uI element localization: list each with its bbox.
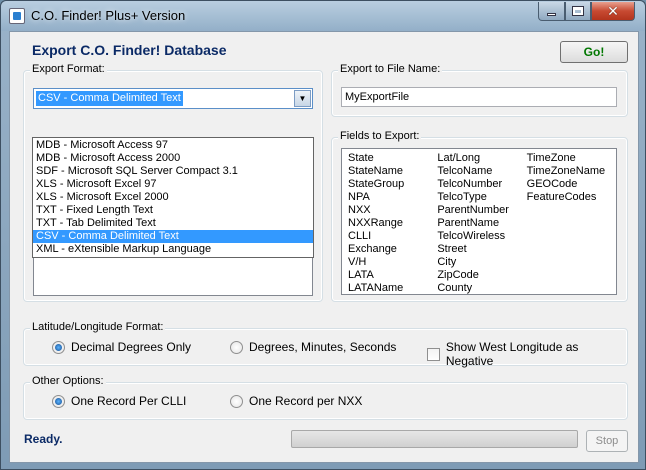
go-button[interactable]: Go! [560,41,628,63]
field-column: TimeZone TimeZoneName GEOCode FeatureCodes [527,152,616,295]
close-button[interactable]: ✕ [591,2,635,21]
maximize-icon [572,6,584,16]
field-column: Lat/Long TelcoName TelcoNumber TelcoType Par… [437,152,526,295]
field-item[interactable]: Lat/Long [437,152,526,165]
page-title: Export C.O. Finder! Database [32,42,227,58]
field-item[interactable]: StateGroup [348,178,437,191]
west-negative-checkbox[interactable]: Show West Longitude as Negative [427,340,627,368]
radio-dms-label: Degrees, Minutes, Seconds [249,340,397,354]
field-column: State StateName StateGroup NPA NXX NXXRange CL… [348,152,437,295]
dropdown-option[interactable]: CSV - Comma Delimited Text [33,230,313,243]
field-item[interactable]: NXX [348,204,437,217]
field-item[interactable]: GEOCode [527,178,616,191]
window-title: C.O. Finder! Plus+ Version [31,8,186,23]
fields-group: Fields to Export: State StateName StateGro… [331,130,628,302]
dropdown-option[interactable]: MDB - Microsoft Access 97 [33,139,313,152]
checkbox-icon[interactable] [427,347,440,361]
field-item[interactable]: TelcoWireless [437,230,526,243]
radio-selected-icon[interactable] [52,394,65,408]
dropdown-option[interactable]: TXT - Tab Delimited Text [33,217,313,230]
dropdown-option[interactable]: XML - eXtensible Markup Language [33,243,313,256]
minimize-button[interactable] [538,2,565,21]
latlon-group: Latitude/Longitude Format: Decimal Degre… [23,321,628,368]
field-item[interactable]: ParentNumber [437,204,526,217]
radio-icon[interactable] [230,340,243,354]
field-item[interactable]: NXXRange [348,217,437,230]
minimize-icon [547,12,556,16]
field-item[interactable]: StateName [348,165,437,178]
radio-per-nxx-label: One Record per NXX [249,394,363,408]
fields-label: Fields to Export: [338,130,422,142]
radio-decimal-degrees[interactable]: Decimal Degrees Only [52,340,191,354]
latlon-label: Latitude/Longitude Format: [30,321,166,333]
dropdown-option[interactable]: XLS - Microsoft Excel 2000 [33,191,313,204]
field-item[interactable]: TimeZoneName [527,165,616,178]
field-item[interactable]: ParentName [437,217,526,230]
field-item[interactable]: City [437,256,526,269]
dropdown-option[interactable]: SDF - Microsoft SQL Server Compact 3.1 [33,165,313,178]
file-name-input[interactable]: MyExportFile [341,87,617,107]
other-options-label: Other Options: [30,375,106,387]
field-item[interactable]: LATAName [348,282,437,295]
field-item[interactable]: FeatureCodes [527,191,616,204]
export-file-label: Export to File Name: [338,63,443,75]
export-format-label: Export Format: [30,63,107,75]
progress-bar [291,430,578,448]
other-options-group: Other Options: One Record Per CLLI One R… [23,375,628,420]
radio-per-clli-label: One Record Per CLLI [71,394,187,408]
field-item[interactable]: TelcoType [437,191,526,204]
field-item[interactable]: V/H [348,256,437,269]
title-bar[interactable]: C.O. Finder! Plus+ Version ✕ [1,1,645,31]
field-item[interactable]: TelcoNumber [437,178,526,191]
radio-per-clli[interactable]: One Record Per CLLI [52,394,186,408]
export-format-dropdown[interactable]: MDB - Microsoft Access 97 MDB - Microsoft… [32,137,314,258]
maximize-button[interactable] [565,2,591,21]
radio-icon[interactable] [230,394,243,408]
field-columns: State StateName StateGroup NPA NXX NXXRange CL… [348,152,616,295]
field-item[interactable]: County [437,282,526,295]
close-icon: ✕ [607,3,619,19]
status-text: Ready. [24,432,63,446]
fields-list[interactable]: State StateName StateGroup NPA NXX NXXRange CL… [341,148,617,295]
stop-button[interactable]: Stop [586,430,628,452]
dropdown-option[interactable]: MDB - Microsoft Access 2000 [33,152,313,165]
field-item[interactable]: Street [437,243,526,256]
field-item[interactable]: TimeZone [527,152,616,165]
dialog-body: Export C.O. Finder! Database Go! Export … [9,31,639,463]
field-item[interactable]: LATA [348,269,437,282]
radio-per-nxx[interactable]: One Record per NXX [230,394,362,408]
app-window: C.O. Finder! Plus+ Version ✕ Export C.O.… [0,0,646,470]
export-format-select[interactable]: CSV - Comma Delimited Text ▼ [33,88,313,109]
field-item[interactable]: ZipCode [437,269,526,282]
field-item[interactable]: NPA [348,191,437,204]
field-item[interactable]: TelcoName [437,165,526,178]
dropdown-option[interactable]: XLS - Microsoft Excel 97 [33,178,313,191]
dropdown-option[interactable]: TXT - Fixed Length Text [33,204,313,217]
chevron-down-icon[interactable]: ▼ [294,90,311,107]
radio-decimal-label: Decimal Degrees Only [71,340,192,354]
app-icon [9,8,25,24]
west-negative-label: Show West Longitude as Negative [445,340,579,368]
field-item[interactable]: State [348,152,437,165]
field-item[interactable]: CLLI [348,230,437,243]
export-file-group: Export to File Name: MyExportFile [331,63,628,117]
field-item[interactable]: Exchange [348,243,437,256]
radio-dms[interactable]: Degrees, Minutes, Seconds [230,340,396,354]
export-format-value: CSV - Comma Delimited Text [36,91,183,106]
radio-selected-icon[interactable] [52,340,65,354]
